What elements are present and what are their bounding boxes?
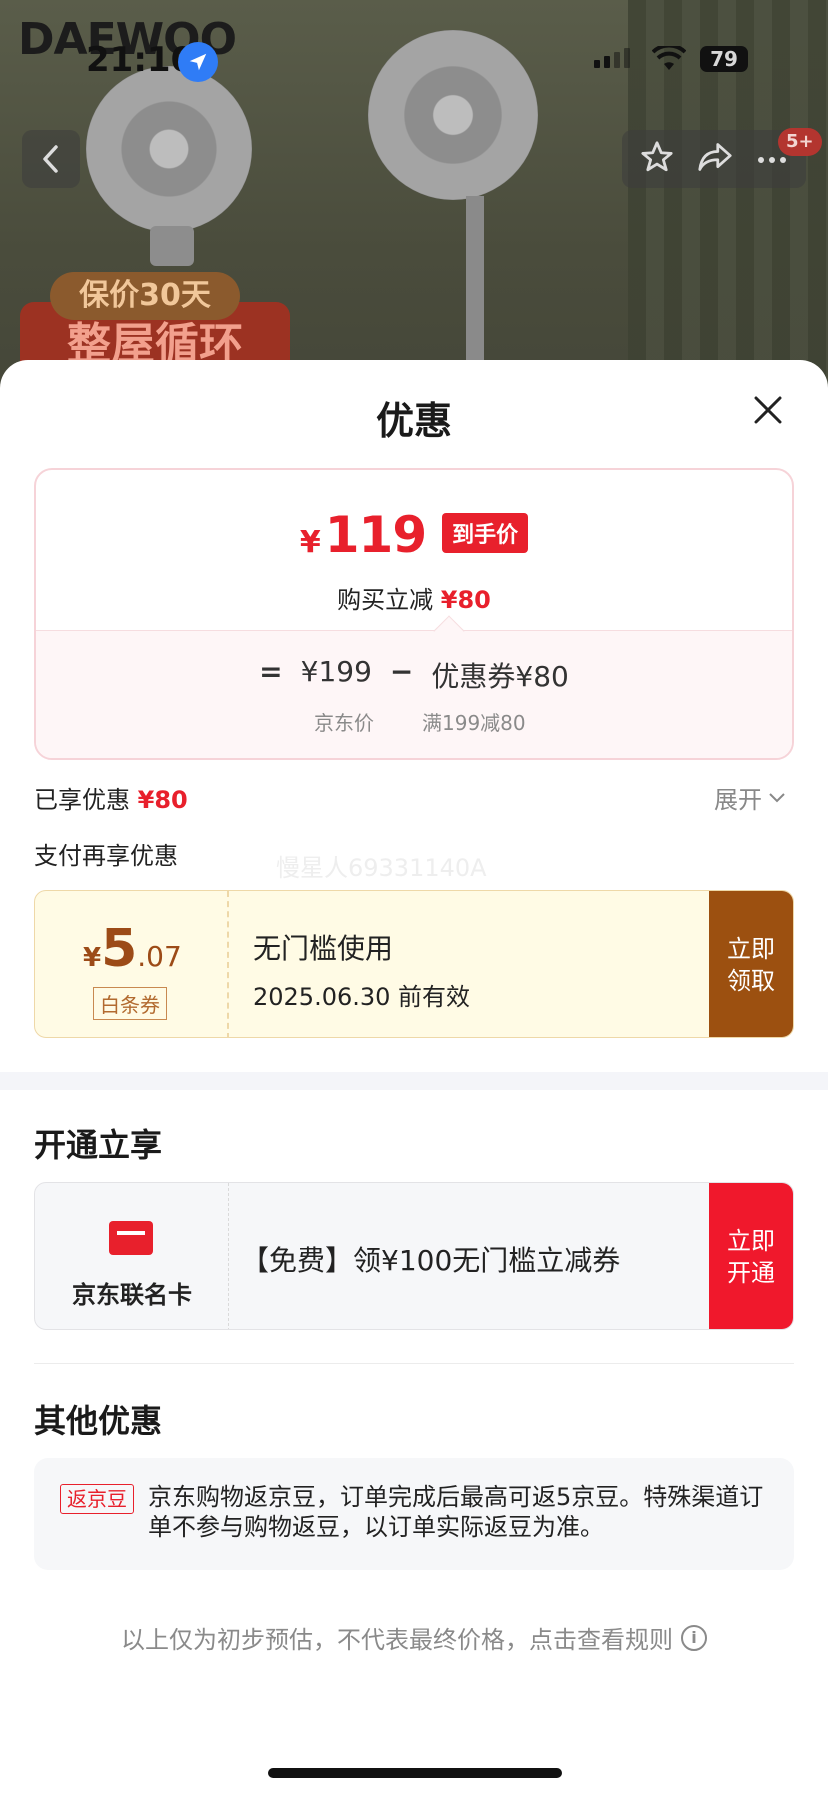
close-icon[interactable] [748, 390, 788, 430]
credit-card-icon [109, 1221, 153, 1255]
coupon-title: 无门槛使用 [253, 932, 394, 965]
chevron-down-icon [769, 792, 785, 802]
home-indicator [268, 1768, 562, 1778]
discount-value: ¥80 [440, 586, 491, 614]
formula-coupon: 优惠券¥80 [431, 660, 569, 693]
discount-label: 购买立减 [337, 586, 434, 614]
jd-bean-offer: 返京豆 京东购物返京豆，订单完成后最高可返5京豆。特殊渠道订单不参与购物返豆，以… [34, 1458, 794, 1570]
open-card-button[interactable]: 立即开通 [709, 1183, 793, 1329]
sheet-title: 优惠 [375, 399, 452, 443]
card-info: 京东联名卡 [35, 1183, 229, 1329]
discount-summary: 购买立减 ¥80 [36, 580, 792, 615]
enjoyed-discount: 已享优惠 ¥80 [34, 780, 188, 815]
price-summary: ¥ 119 到手价 购买立减 ¥80 [36, 470, 792, 630]
expand-button[interactable]: 展开 [714, 780, 786, 815]
coupon-currency: ¥ [83, 943, 102, 973]
info-icon: i [681, 1624, 707, 1651]
favorite-star-icon[interactable] [640, 140, 674, 178]
rules-link[interactable]: 以上仅为初步预估，不代表最终价格，点击查看规则 i [0, 1620, 828, 1655]
promo-banner-top: 保价30天 [50, 272, 240, 320]
claim-coupon-button[interactable]: 立即领取 [709, 891, 793, 1037]
price-currency: ¥ [299, 525, 321, 560]
back-button[interactable] [22, 130, 80, 188]
coupon-rule-label: 满199减80 [422, 711, 526, 735]
wifi-icon [651, 43, 687, 76]
cobrand-card-offer: 京东联名卡 【免费】领¥100无门槛立减券 立即开通 [34, 1182, 794, 1330]
discount-sheet: 优惠 ¥ 119 到手价 购买立减 ¥80 = ¥199 − 优惠券¥80 京东… [0, 360, 828, 1796]
final-price: 119 [324, 506, 427, 564]
divider-line [34, 1363, 794, 1364]
section-divider [0, 1072, 828, 1090]
formula-equals: = [259, 655, 283, 688]
location-arrow-icon [178, 42, 218, 82]
final-price-tag: 到手价 [442, 513, 529, 553]
battery-icon: 79 [700, 46, 748, 72]
formula-jd-price: ¥199 [300, 655, 372, 688]
baitiao-coupon: ¥ 5 .07 白条券 无门槛使用 2025.06.30 前有效 立即领取 [34, 890, 794, 1038]
jd-bean-tag: 返京豆 [60, 1484, 134, 1514]
expand-label: 展开 [714, 786, 762, 814]
coupon-type-badge: 白条券 [93, 987, 167, 1020]
cellular-signal-icon [594, 48, 630, 68]
fan-image-left [86, 66, 252, 232]
jd-price-label: 京东价 [314, 711, 374, 735]
open-section-title: 开通立享 [34, 1126, 163, 1164]
coupon-expiry: 2025.06.30 前有效 [253, 983, 471, 1011]
enjoyed-value: ¥80 [137, 786, 188, 814]
coupon-value-area: ¥ 5 .07 白条券 [35, 891, 229, 1037]
formula-minus: − [389, 655, 414, 688]
price-breakdown-card: ¥ 119 到手价 购买立减 ¥80 = ¥199 − 优惠券¥80 京东价 满… [34, 468, 794, 760]
fan-image-right [368, 30, 538, 200]
other-section-title: 其他优惠 [34, 1402, 163, 1440]
enjoyed-label: 已享优惠 [34, 786, 130, 814]
card-label: 京东联名卡 [72, 1281, 192, 1309]
notification-badge: 5+ [778, 128, 822, 156]
coupon-amount: 5 [101, 919, 138, 979]
fan-stand-left [150, 226, 194, 266]
coupon-amount-decimal: .07 [137, 940, 182, 973]
chevron-left-icon [43, 145, 58, 173]
price-formula: = ¥199 − 优惠券¥80 京东价 满199减80 [36, 630, 792, 758]
jd-bean-text: 京东购物返京豆，订单完成后最高可返5京豆。特殊渠道订单不参与购物返豆，以订单实际… [148, 1483, 764, 1541]
watermark: 慢星人69331140A [276, 854, 487, 882]
footer-note-text: 以上仅为初步预估，不代表最终价格，点击查看规则 [121, 1626, 673, 1654]
share-icon[interactable] [697, 141, 733, 177]
pay-more-title: 支付再享优惠 [34, 842, 178, 870]
card-offer-text: 【免费】领¥100无门槛立减券 [241, 1244, 621, 1277]
